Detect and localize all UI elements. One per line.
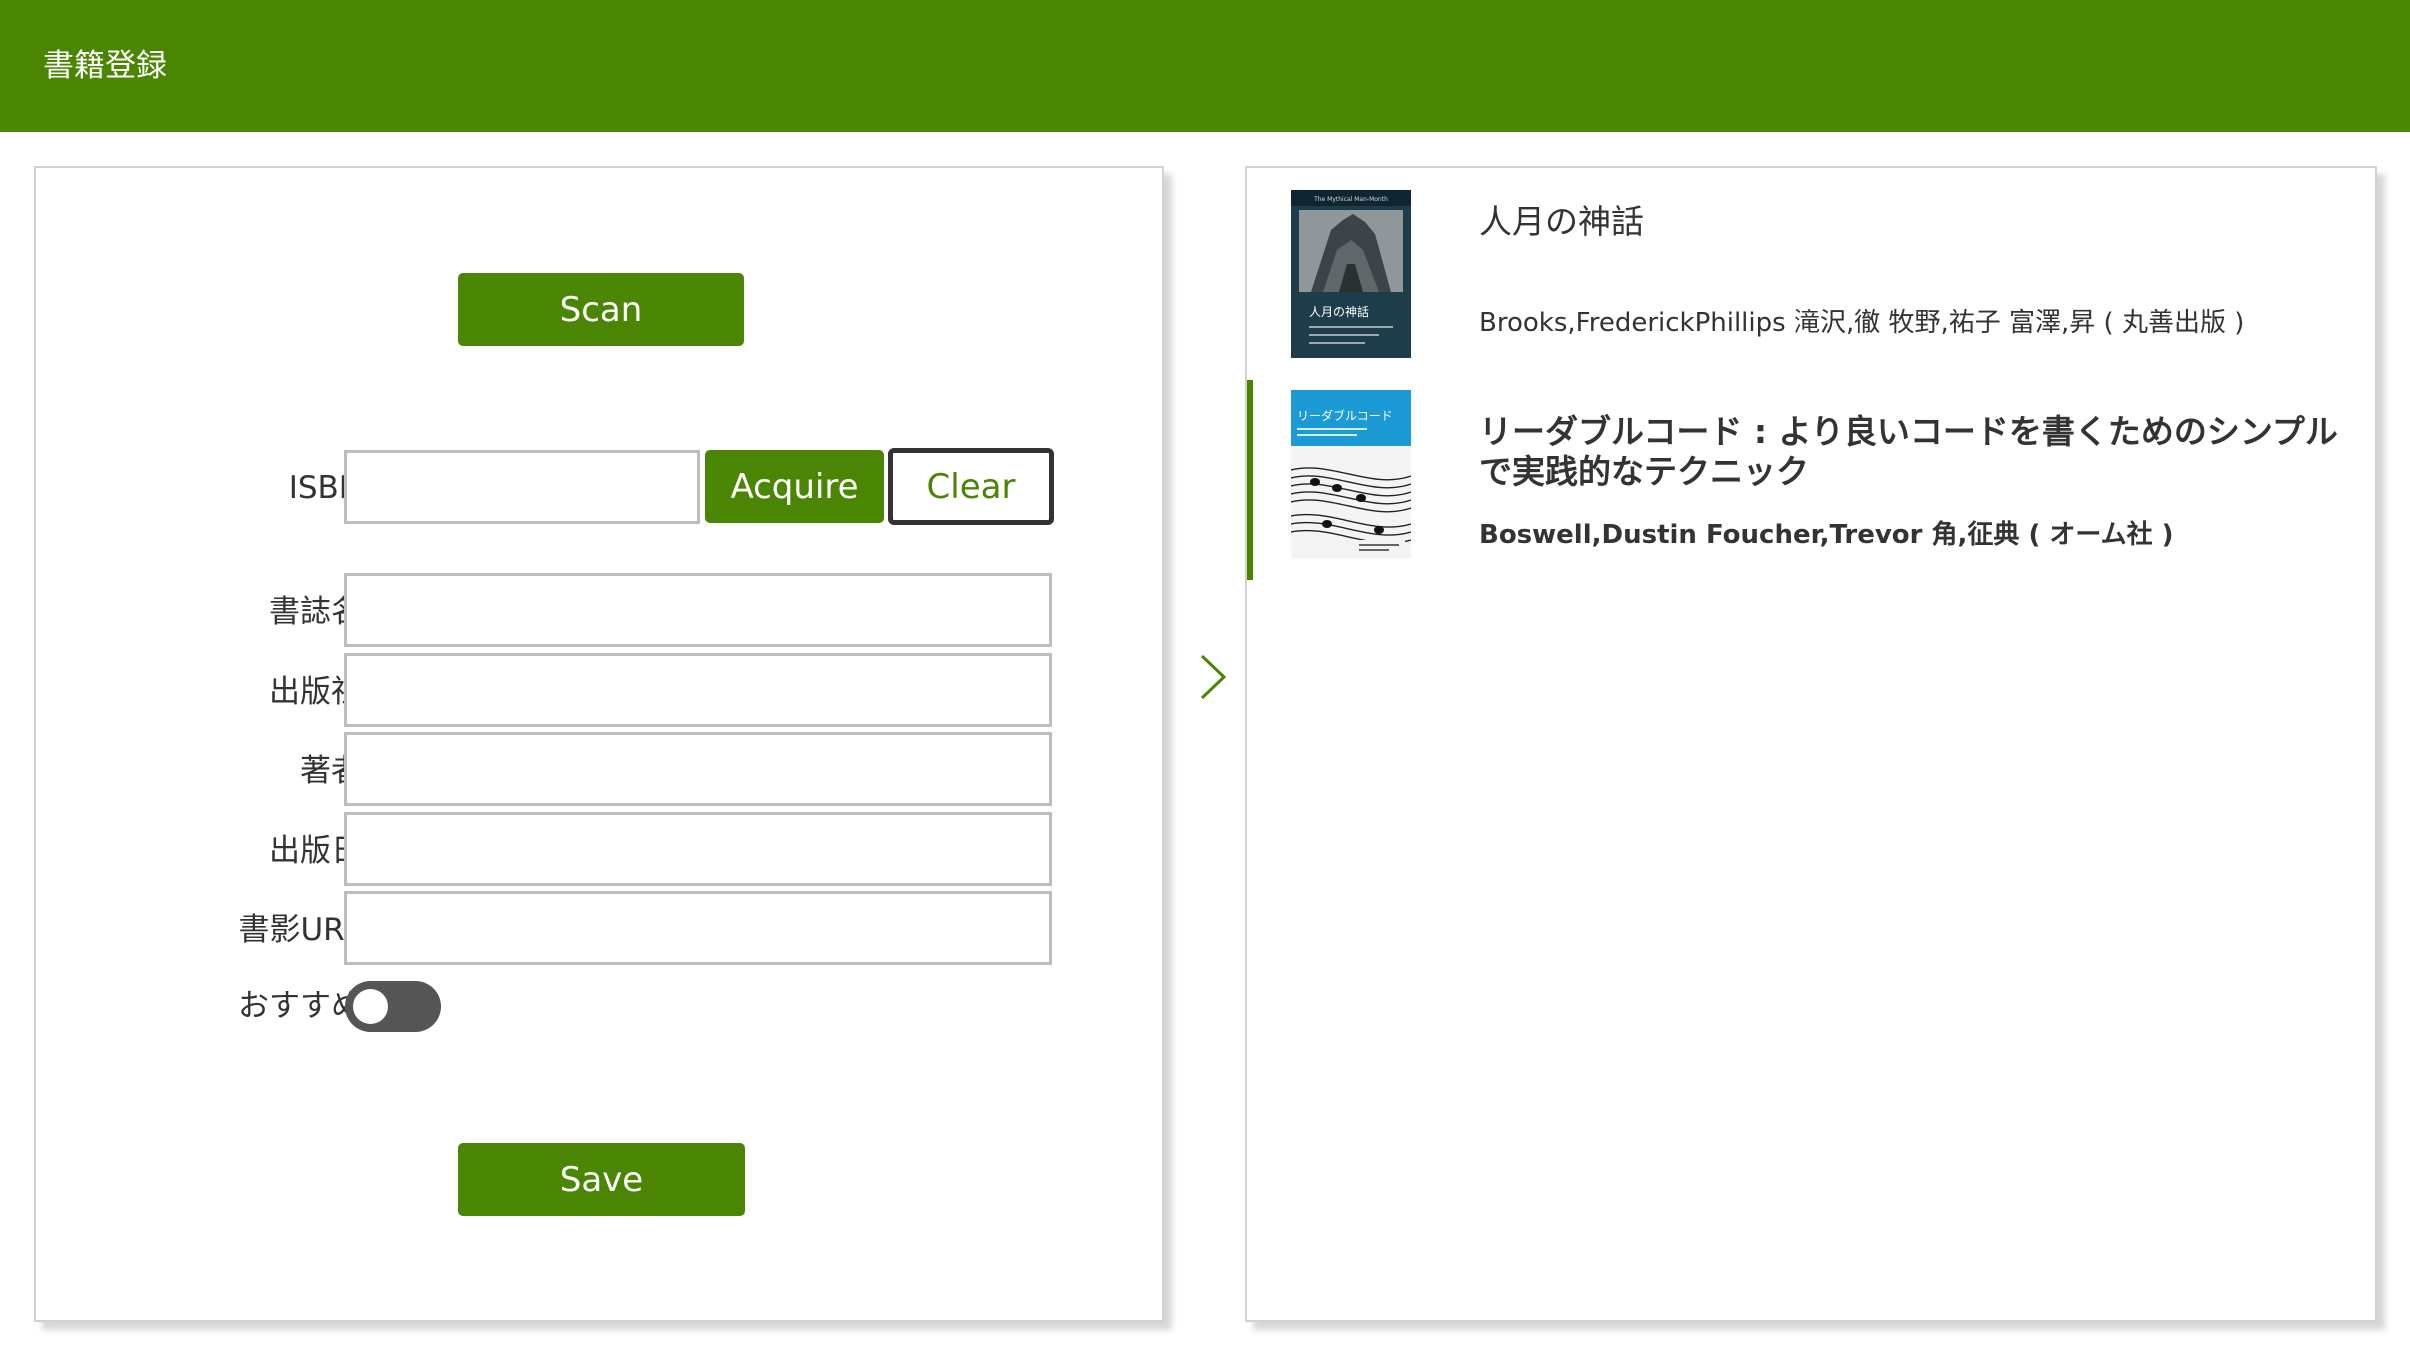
title-label-wrap: 書誌名	[136, 592, 362, 632]
book-cover-image: リーダブルコード	[1291, 390, 1411, 558]
cover-url-label: 書影URL	[238, 912, 362, 948]
cover-url-input[interactable]	[344, 891, 1052, 965]
book-list-item-selected[interactable]: リーダブルコード リーダブルコード: より良いコードを書くためのシンプルで実践…	[1247, 380, 2375, 580]
isbn-label: ISBN	[288, 470, 362, 506]
recommend-toggle[interactable]	[345, 981, 441, 1032]
publisher-label-wrap: 出版社	[136, 672, 362, 712]
cover-title-text: 人月の神話	[1309, 304, 1369, 319]
author-label: 著者	[300, 753, 362, 789]
date-input[interactable]	[344, 812, 1052, 886]
book-cover-image: The Mythical Man-Month 人月の神話	[1291, 190, 1411, 358]
recommend-label: おすすめ	[238, 988, 362, 1024]
isbn-label-wrap: ISBN	[136, 468, 362, 508]
cover-top-text: The Mythical Man-Month	[1313, 196, 1388, 203]
publisher-input[interactable]	[344, 653, 1052, 727]
scan-button[interactable]: Scan	[458, 273, 744, 346]
book-title: 人月の神話	[1479, 202, 1644, 241]
save-button[interactable]: Save	[458, 1143, 745, 1216]
cover-url-label-wrap: 書影URL	[136, 910, 362, 950]
chevron-right-icon[interactable]	[1196, 652, 1230, 702]
publisher-label: 出版社	[269, 674, 362, 710]
registration-form-panel: Scan ISBN Acquire Clear 書誌名 出版社 著者 出版日 書…	[34, 166, 1164, 1322]
toggle-knob	[353, 989, 388, 1024]
clear-button[interactable]: Clear	[888, 448, 1054, 525]
author-label-wrap: 著者	[136, 751, 362, 791]
date-label-wrap: 出版日	[136, 831, 362, 871]
book-authors: Brooks,FrederickPhillips 滝沢,徹 牧野,祐子 富澤,昇…	[1479, 308, 2245, 338]
title-input[interactable]	[344, 573, 1052, 647]
recommend-label-wrap: おすすめ	[136, 986, 362, 1026]
author-input[interactable]	[344, 732, 1052, 806]
app-title: 書籍登録	[43, 48, 167, 84]
title-label: 書誌名	[269, 594, 362, 630]
book-list-panel: The Mythical Man-Month 人月の神話 人月の神話 Brook…	[1245, 166, 2377, 1322]
book-title: リーダブルコード : より良いコードを書くためのシンプルで実践的なテクニック	[1479, 412, 2338, 491]
cover-title-text: リーダブルコード	[1297, 408, 1393, 423]
acquire-button[interactable]: Acquire	[705, 450, 884, 523]
app-header: 書籍登録	[0, 0, 2410, 132]
date-label: 出版日	[269, 833, 362, 869]
book-list-item[interactable]: The Mythical Man-Month 人月の神話 人月の神話 Brook…	[1247, 168, 2375, 368]
isbn-input[interactable]	[344, 450, 700, 524]
book-authors: Boswell,Dustin Foucher,Trevor 角,征典 ( オーム…	[1479, 520, 2174, 550]
